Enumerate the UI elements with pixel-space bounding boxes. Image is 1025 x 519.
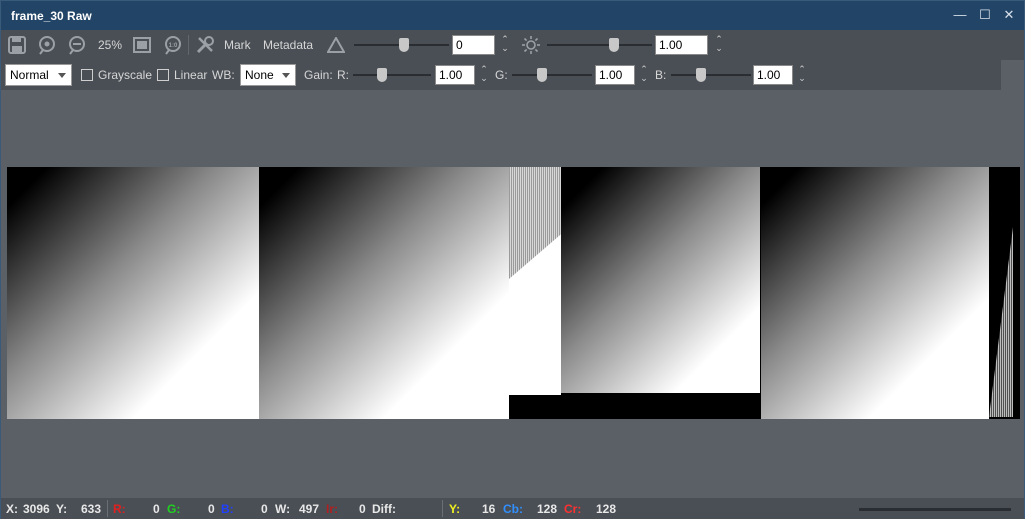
- tools-icon[interactable]: [194, 34, 216, 56]
- linear-label: Linear: [174, 68, 208, 82]
- brightness-slider-thumb[interactable]: [609, 38, 619, 52]
- gain-b-slider[interactable]: [671, 74, 751, 76]
- mark-button[interactable]: Mark: [224, 38, 251, 52]
- status-bar: X: 3096 Y: 633 R: 0 G: 0 B: 0 W: 497 Ir:…: [1, 498, 1024, 519]
- gain-b-spinner[interactable]: ⌃ ⌄: [797, 65, 807, 85]
- wb-label: WB:: [212, 68, 235, 82]
- luma-label: Y:: [449, 502, 461, 516]
- green-value: 0: [208, 502, 215, 516]
- linear-checkbox[interactable]: [157, 69, 169, 81]
- cursor-x-label: X:: [6, 502, 18, 516]
- grayscale-checkbox[interactable]: [81, 69, 93, 81]
- contrast-slider-thumb[interactable]: [399, 38, 409, 52]
- ir-value: 0: [359, 502, 366, 516]
- contrast-triangle-icon: [325, 34, 347, 56]
- brightness-spinner[interactable]: ⌃ ⌄: [714, 35, 724, 55]
- maximize-button[interactable]: ☐: [976, 7, 994, 23]
- zoom-actual-size-icon[interactable]: 1:0: [162, 34, 184, 56]
- close-button[interactable]: ✕: [1000, 7, 1018, 23]
- toolbar-primary: 25% 1:0 Mark Metadata 0 ⌃ ⌄ 1.00 ⌃ ⌄: [1, 30, 1024, 60]
- cr-value: 128: [596, 502, 617, 516]
- gain-g-slider[interactable]: [512, 74, 592, 76]
- gradient-tile: [761, 167, 989, 419]
- toolbar-separator: [188, 35, 189, 55]
- gain-r-input[interactable]: 1.00: [435, 65, 475, 85]
- cursor-y-value: 633: [81, 502, 102, 516]
- green-label: G:: [167, 502, 181, 516]
- noise-artifact: [989, 227, 1013, 417]
- white-balance-select[interactable]: None: [240, 64, 296, 86]
- gain-r-slider-thumb[interactable]: [377, 68, 387, 82]
- display-mode-value: Normal: [10, 68, 49, 82]
- blue-label: B:: [221, 502, 234, 516]
- raw-viewer-window: frame_30 Raw — ☐ ✕ 25% 1:0 Mark Metadata: [0, 0, 1025, 519]
- status-separator: [442, 500, 443, 517]
- luma-value: 16: [482, 502, 496, 516]
- toolbar-secondary: Normal Grayscale Linear WB: None Gain: R…: [1, 60, 1001, 90]
- brightness-input[interactable]: 1.00: [655, 35, 708, 55]
- gain-r-spinner[interactable]: ⌃ ⌄: [479, 65, 489, 85]
- zoom-out-icon[interactable]: [66, 34, 88, 56]
- image-viewport[interactable]: [1, 90, 1024, 498]
- status-progress-track: [859, 508, 1011, 511]
- gain-b-input[interactable]: 1.00: [753, 65, 793, 85]
- red-value: 0: [153, 502, 160, 516]
- chevron-down-icon: [58, 73, 66, 78]
- brightness-slider[interactable]: [547, 44, 652, 46]
- gain-g-slider-thumb[interactable]: [537, 68, 547, 82]
- brightness-sun-icon: [520, 34, 542, 56]
- contrast-spinner[interactable]: ⌃ ⌄: [500, 35, 510, 55]
- metadata-button[interactable]: Metadata: [263, 38, 313, 52]
- gain-label: Gain:: [304, 68, 333, 82]
- zoom-in-icon[interactable]: [36, 34, 58, 56]
- gain-b-slider-thumb[interactable]: [696, 68, 706, 82]
- gradient-tile: [561, 167, 760, 393]
- contrast-input[interactable]: 0: [452, 35, 495, 55]
- cb-value: 128: [537, 502, 558, 516]
- chevron-down-icon: [282, 73, 290, 78]
- cursor-y-label: Y:: [56, 502, 68, 516]
- white-label: W:: [275, 502, 291, 516]
- grayscale-label: Grayscale: [98, 68, 153, 82]
- blue-value: 0: [261, 502, 268, 516]
- gain-g-spinner[interactable]: ⌃ ⌄: [639, 65, 649, 85]
- gradient-tile: [7, 167, 259, 419]
- white-value: 497: [299, 502, 320, 516]
- window-title: frame_30 Raw: [11, 8, 92, 23]
- raw-image-canvas[interactable]: [7, 167, 1020, 419]
- white-balance-value: None: [245, 68, 274, 82]
- gain-r-label: R:: [337, 68, 349, 82]
- svg-text:1:0: 1:0: [169, 43, 178, 49]
- gain-g-input[interactable]: 1.00: [595, 65, 635, 85]
- cursor-x-value: 3096: [23, 502, 50, 516]
- save-icon[interactable]: [6, 34, 28, 56]
- cr-label: Cr:: [564, 502, 582, 516]
- status-separator: [107, 500, 108, 517]
- gradient-tile: [259, 167, 509, 419]
- gain-g-label: G:: [495, 68, 508, 82]
- gain-b-label: B:: [655, 68, 667, 82]
- ir-label: Ir:: [326, 502, 338, 516]
- zoom-level[interactable]: 25%: [98, 38, 122, 52]
- cb-label: Cb:: [503, 502, 523, 516]
- fit-window-icon[interactable]: [131, 34, 153, 56]
- display-mode-select[interactable]: Normal: [5, 64, 72, 86]
- red-label: R:: [113, 502, 126, 516]
- minimize-button[interactable]: —: [951, 7, 969, 23]
- diff-label: Diff:: [372, 502, 396, 516]
- title-bar: frame_30 Raw — ☐ ✕: [1, 1, 1024, 30]
- gain-r-slider[interactable]: [353, 74, 431, 76]
